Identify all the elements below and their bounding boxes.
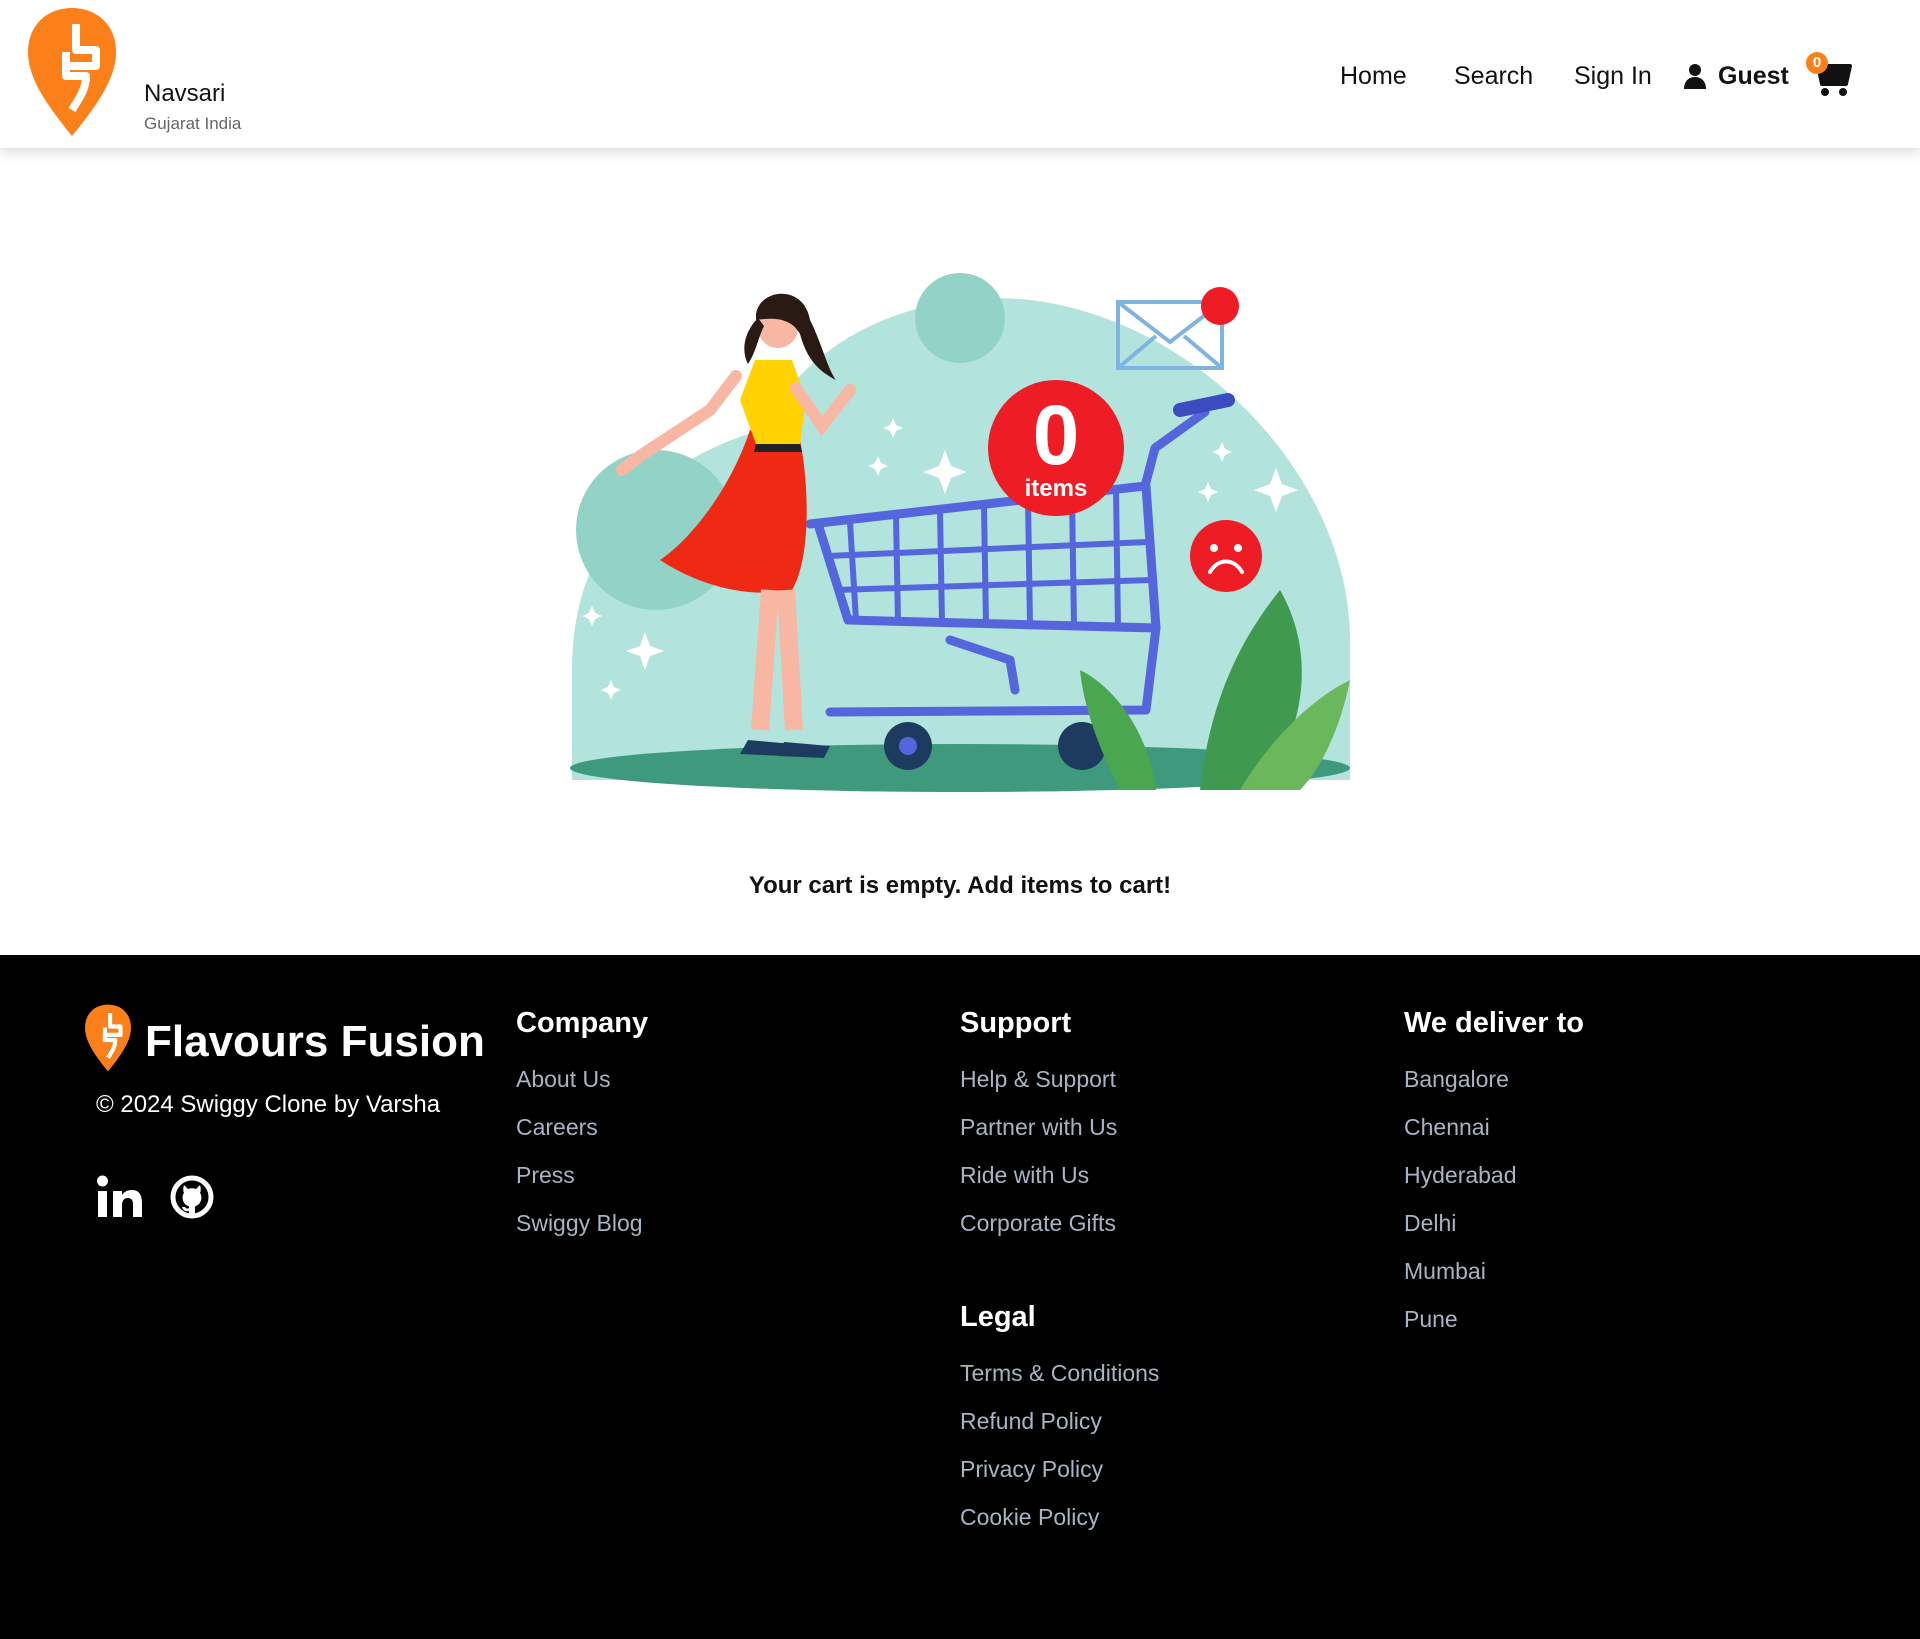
footer-link-pune[interactable]: Pune [1404, 1304, 1584, 1352]
footer-link-hyderabad[interactable]: Hyderabad [1404, 1160, 1584, 1208]
swiggy-logo-icon[interactable] [26, 6, 118, 138]
footer-link-corporate-gifts[interactable]: Corporate Gifts [960, 1208, 1117, 1256]
footer-link-careers[interactable]: Careers [516, 1112, 648, 1160]
location-city[interactable]: Navsari [144, 80, 225, 108]
footer-link-privacy[interactable]: Privacy Policy [960, 1454, 1159, 1502]
footer-copyright: © 2024 Swiggy Clone by Varsha [96, 1091, 441, 1118]
footer-brand-name: Flavours Fusion [145, 1017, 485, 1066]
github-icon[interactable] [168, 1173, 216, 1221]
footer-company-column: Company About Us Careers Press Swiggy Bl… [516, 1007, 648, 1256]
nav-signin-link[interactable]: Sign In [1574, 56, 1652, 96]
user-label: Guest [1718, 61, 1789, 90]
empty-cart-illustration: 0 items [570, 273, 1350, 792]
footer-link-bangalore[interactable]: Bangalore [1404, 1064, 1584, 1112]
footer-link-cookie[interactable]: Cookie Policy [960, 1502, 1159, 1550]
footer-link-about-us[interactable]: About Us [516, 1064, 648, 1112]
footer-link-press[interactable]: Press [516, 1160, 648, 1208]
nav-home-link[interactable]: Home [1340, 56, 1407, 96]
illustration-badge-text: items [1025, 475, 1088, 502]
footer-company-title: Company [516, 1007, 649, 1039]
footer-link-refund[interactable]: Refund Policy [960, 1406, 1159, 1454]
nav-search-link[interactable]: Search [1454, 56, 1533, 96]
footer-link-delhi[interactable]: Delhi [1404, 1208, 1584, 1256]
footer-link-partner[interactable]: Partner with Us [960, 1112, 1117, 1160]
linkedin-icon[interactable] [96, 1173, 144, 1221]
footer-link-help-support[interactable]: Help & Support [960, 1064, 1117, 1112]
footer-deliver-title: We deliver to [1404, 1007, 1584, 1039]
footer-link-terms[interactable]: Terms & Conditions [960, 1358, 1159, 1406]
footer-legal-title: Legal [960, 1301, 1036, 1333]
footer-link-ride[interactable]: Ride with Us [960, 1160, 1117, 1208]
footer-deliver-column: We deliver to Bangalore Chennai Hyderaba… [1404, 1007, 1584, 1352]
cart-count-badge: 0 [1806, 52, 1828, 74]
illustration-badge-number: 0 [1033, 388, 1080, 482]
footer-support-column: Support Help & Support Partner with Us R… [960, 1007, 1117, 1256]
site-footer: Flavours Fusion © 2024 Swiggy Clone by V… [0, 955, 1920, 1639]
user-icon [1684, 64, 1706, 89]
location-state: Gujarat India [144, 114, 242, 133]
user-menu[interactable]: Guest [1684, 56, 1789, 96]
site-header: Navsari Gujarat India Home Search Sign I… [0, 0, 1920, 148]
empty-cart-message: Your cart is empty. Add items to cart! [748, 872, 1172, 899]
footer-link-swiggy-blog[interactable]: Swiggy Blog [516, 1208, 648, 1256]
footer-support-title: Support [960, 1007, 1072, 1039]
footer-swiggy-logo-icon [85, 1004, 131, 1072]
footer-legal-column: Legal Terms & Conditions Refund Policy P… [960, 1301, 1159, 1550]
footer-link-mumbai[interactable]: Mumbai [1404, 1256, 1584, 1304]
footer-link-chennai[interactable]: Chennai [1404, 1112, 1584, 1160]
